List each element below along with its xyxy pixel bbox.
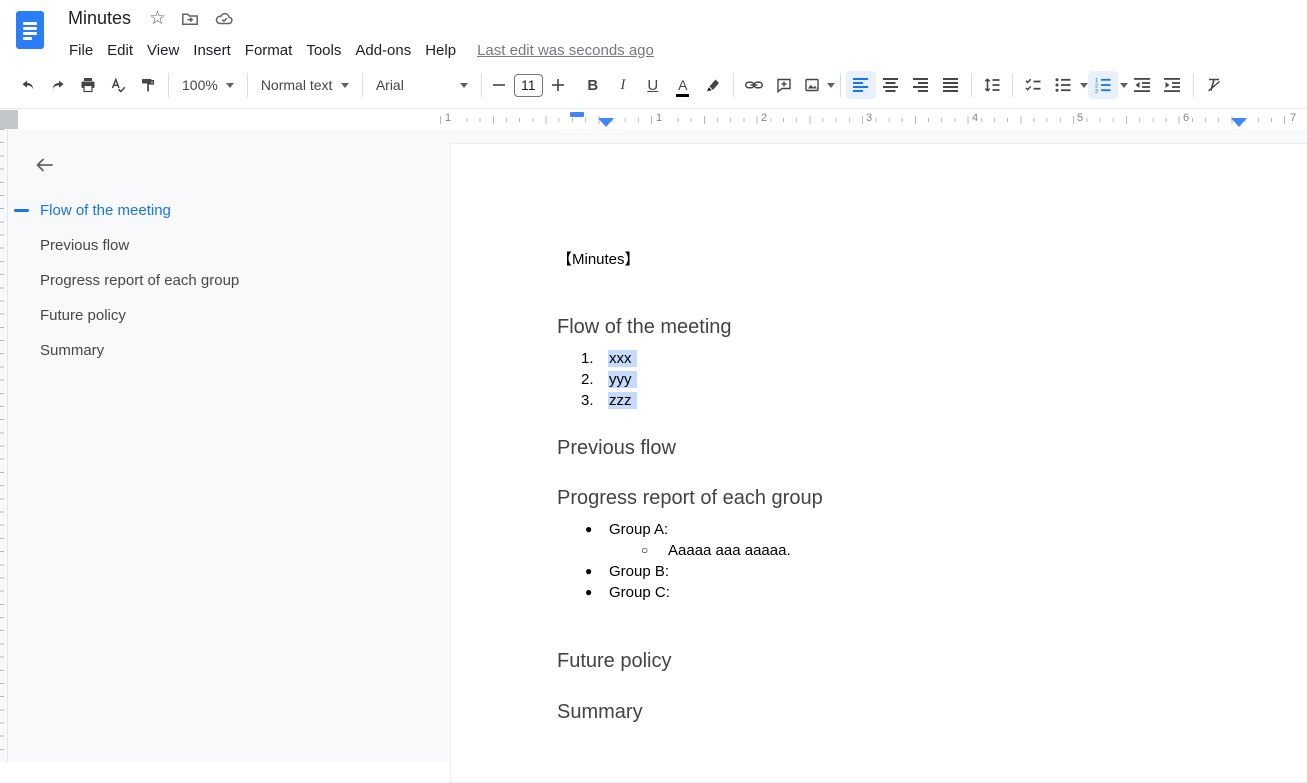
list-number: 1. (581, 348, 594, 369)
increase-indent-button[interactable] (1158, 71, 1188, 99)
list-item[interactable]: 1. xxx (557, 348, 1307, 369)
chevron-down-icon (341, 83, 349, 88)
text-color-button[interactable]: A (668, 71, 698, 99)
zoom-select[interactable]: 100% (174, 71, 242, 99)
bullet-marker: ○ (641, 540, 648, 561)
paragraph-style-select[interactable]: Normal text (253, 71, 357, 99)
print-button[interactable] (73, 71, 103, 99)
list-item[interactable]: ● Group C: (557, 582, 1307, 603)
bullet-marker: ● (585, 582, 592, 603)
outline-list: Flow of the meeting Previous flow Progre… (8, 193, 450, 368)
align-left-button[interactable] (846, 71, 876, 99)
highlight-color-button[interactable] (698, 71, 728, 99)
underline-button[interactable]: U (638, 71, 668, 99)
decrease-indent-button[interactable] (1128, 71, 1158, 99)
cloud-saved-icon[interactable] (214, 9, 235, 29)
chevron-down-icon (460, 83, 468, 88)
insert-image-button[interactable] (799, 71, 825, 99)
insert-image-dropdown[interactable] (827, 83, 835, 88)
bulleted-list-dropdown[interactable] (1080, 83, 1088, 88)
outline-item-progress-report[interactable]: Progress report of each group (8, 263, 450, 298)
numbered-list-button[interactable]: 123 (1088, 71, 1118, 99)
list-item[interactable]: 3. zzz (557, 390, 1307, 411)
list-number: 2. (581, 369, 594, 390)
list-number: 3. (581, 390, 594, 411)
outline-item-future-policy[interactable]: Future policy (8, 298, 450, 333)
menu-view[interactable]: View (140, 40, 186, 61)
font-select[interactable]: Arial (368, 71, 476, 99)
vertical-ruler[interactable] (0, 129, 8, 762)
outline-item-summary[interactable]: Summary (8, 333, 450, 368)
menu-file[interactable]: File (62, 40, 100, 61)
menu-help[interactable]: Help (418, 40, 463, 61)
doc-intro-paragraph[interactable]: 【Minutes】 (557, 249, 1307, 270)
decrease-font-size-button[interactable] (487, 71, 511, 99)
italic-button[interactable]: I (608, 71, 638, 99)
selected-text[interactable]: zzz (608, 392, 637, 409)
paint-format-button[interactable] (133, 71, 163, 99)
toolbar: 100% Normal text Arial 11 B I U A (0, 62, 1307, 109)
doc-heading-future-policy[interactable]: Future policy (557, 648, 1307, 674)
menu-insert[interactable]: Insert (186, 40, 238, 61)
list-item[interactable]: ● Group A: (557, 519, 1307, 540)
right-indent-marker[interactable] (1231, 118, 1247, 127)
undo-button[interactable] (13, 71, 43, 99)
list-item[interactable]: ● Group B: (557, 561, 1307, 582)
progress-bullet-list: ● Group A: ○ Aaaaa aaa aaaaa. ● Group B:… (557, 519, 1307, 603)
close-outline-button[interactable] (26, 147, 62, 183)
svg-text:3: 3 (1095, 89, 1098, 93)
document-title[interactable]: Minutes (68, 8, 131, 29)
bullet-marker: ● (585, 561, 592, 582)
document-canvas: Flow of the meeting Previous flow Progre… (0, 129, 1307, 762)
increase-font-size-button[interactable] (546, 71, 570, 99)
spell-check-button[interactable] (103, 71, 133, 99)
menu-addons[interactable]: Add-ons (348, 40, 418, 61)
google-docs-logo-icon[interactable] (16, 11, 44, 49)
menu-edit[interactable]: Edit (100, 40, 140, 61)
selected-text[interactable]: xxx (608, 350, 637, 367)
add-comment-button[interactable] (769, 71, 799, 99)
outline-item-flow-of-the-meeting[interactable]: Flow of the meeting (8, 193, 450, 228)
doc-heading-progress-report[interactable]: Progress report of each group (557, 485, 1307, 511)
first-line-indent-marker[interactable] (570, 112, 584, 117)
move-folder-icon[interactable] (180, 9, 200, 29)
outline-sidebar: Flow of the meeting Previous flow Progre… (8, 129, 450, 762)
list-item[interactable]: ○ Aaaaa aaa aaaaa. (557, 540, 1307, 561)
checklist-button[interactable] (1018, 71, 1048, 99)
align-right-button[interactable] (906, 71, 936, 99)
insert-link-button[interactable] (739, 71, 769, 99)
bullet-marker: ● (585, 519, 592, 540)
doc-heading-flow-of-the-meeting[interactable]: Flow of the meeting (557, 314, 1307, 340)
line-spacing-button[interactable] (977, 71, 1007, 99)
bulleted-list-button[interactable] (1048, 71, 1078, 99)
star-icon[interactable]: ☆ (149, 7, 166, 30)
menu-format[interactable]: Format (238, 40, 300, 61)
app-header: Minutes ☆ File Edit View Insert Format T… (0, 0, 1307, 62)
align-justify-button[interactable] (936, 71, 966, 99)
document-page[interactable]: 【Minutes】 Flow of the meeting 1. xxx 2. … (450, 143, 1307, 783)
align-center-button[interactable] (876, 71, 906, 99)
selected-text[interactable]: yyy (608, 371, 637, 388)
numbered-list-dropdown[interactable] (1120, 83, 1128, 88)
list-item[interactable]: 2. yyy (557, 369, 1307, 390)
last-edit-link[interactable]: Last edit was seconds ago (477, 42, 654, 59)
flow-numbered-list: 1. xxx 2. yyy 3. zzz (557, 348, 1307, 411)
font-size-input[interactable]: 11 (514, 74, 543, 97)
outline-item-previous-flow[interactable]: Previous flow (8, 228, 450, 263)
menu-tools[interactable]: Tools (299, 40, 348, 61)
chevron-down-icon (226, 83, 234, 88)
horizontal-ruler[interactable]: 1 1 2 3 4 5 6 7 (0, 110, 1307, 129)
menu-bar: File Edit View Insert Format Tools Add-o… (62, 38, 654, 62)
left-indent-marker[interactable] (598, 118, 614, 127)
doc-heading-summary[interactable]: Summary (557, 699, 1307, 725)
bold-button[interactable]: B (578, 71, 608, 99)
ruler-corner (0, 110, 18, 129)
current-section-indicator (14, 209, 29, 212)
clear-formatting-button[interactable] (1199, 71, 1229, 99)
doc-heading-previous-flow[interactable]: Previous flow (557, 435, 1307, 461)
redo-button[interactable] (43, 71, 73, 99)
